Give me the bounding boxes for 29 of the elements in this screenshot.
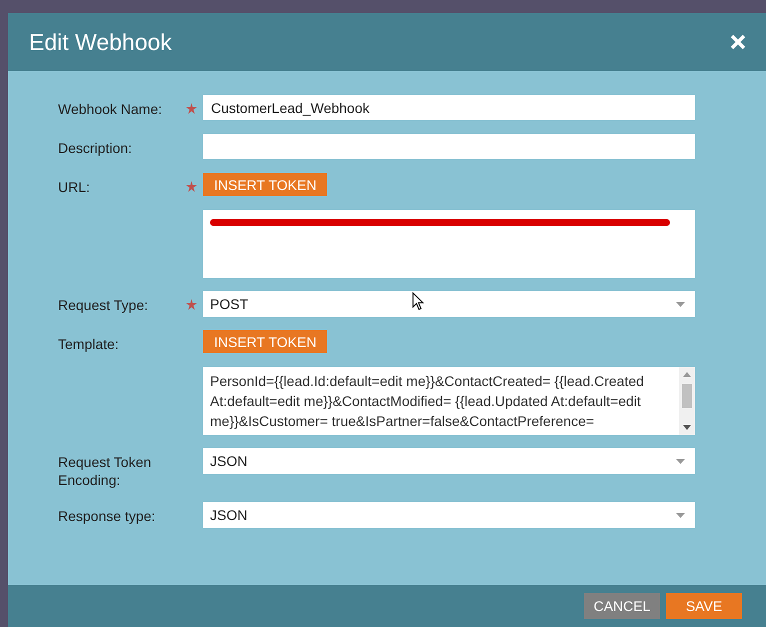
mouse-pointer-icon bbox=[412, 292, 424, 311]
field-label: URL: bbox=[58, 178, 91, 196]
dropdown-caret-icon bbox=[676, 302, 685, 306]
scroll-up-icon[interactable] bbox=[683, 372, 691, 377]
text-field[interactable] bbox=[203, 134, 695, 159]
scroll-down-icon[interactable] bbox=[683, 425, 691, 430]
field-label: Response type: bbox=[58, 507, 156, 525]
dropdown-caret-icon bbox=[676, 458, 685, 464]
field-label: Description: bbox=[58, 139, 133, 157]
dropdown[interactable]: JSON bbox=[203, 448, 695, 474]
dropdown-caret-icon bbox=[676, 512, 685, 518]
scrollbar[interactable] bbox=[679, 367, 695, 435]
text-field[interactable]: CustomerLead_Webhook bbox=[203, 95, 695, 120]
field-label: Template: bbox=[58, 335, 120, 353]
dropdown-value: JSON bbox=[210, 453, 248, 469]
field-label: Request Type: bbox=[58, 296, 150, 314]
scrollbar-thumb[interactable] bbox=[682, 384, 692, 408]
dialog-title: Edit Webhook bbox=[29, 28, 172, 56]
template-field[interactable]: PersonId={{lead.Id:default=edit me}}&ContactCreated= {{lead.Created At:default=edit me}}&ContactModified= {{lead.Updated At:default=edit me}}&IsCustomer= true&IsPartner=false&ContactPreference= bbox=[203, 367, 695, 435]
field-label: Request Token Encoding: bbox=[58, 453, 152, 489]
dropdown-value: JSON bbox=[210, 507, 248, 523]
close-icon[interactable] bbox=[730, 34, 746, 50]
cancel-button[interactable]: CANCEL bbox=[584, 593, 660, 619]
template-text: PersonId={{lead.Id:default=edit me}}&ContactCreated= {{lead.Created At:default=edit me}}&ContactModified= {{lead.Updated At:default=edit me}}&IsCustomer= true&IsPartner=false&ContactPreference= bbox=[209, 372, 645, 431]
url-field[interactable] bbox=[203, 210, 695, 278]
field-label: Webhook Name: bbox=[58, 100, 164, 118]
dropdown[interactable]: JSON bbox=[203, 502, 695, 528]
dropdown[interactable]: POST bbox=[203, 291, 695, 317]
dropdown-value: POST bbox=[210, 296, 248, 312]
